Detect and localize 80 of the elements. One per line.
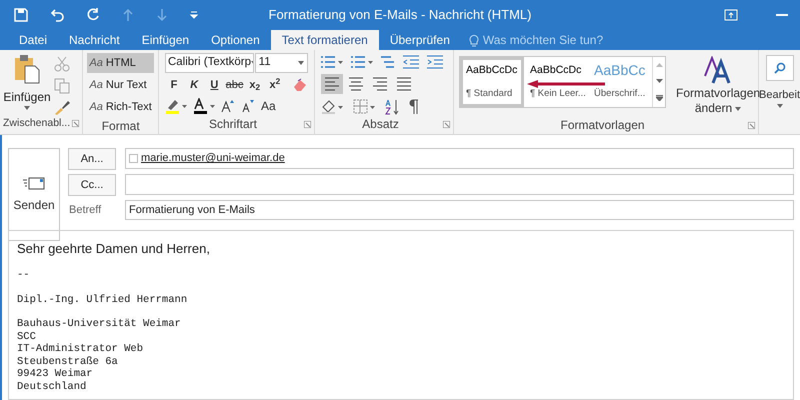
format-button[interactable]: x$^{2}$ [266, 76, 284, 94]
font-family-field[interactable]: Calibri (Textkörp [164, 53, 254, 73]
eraser-icon[interactable] [292, 78, 308, 92]
checkbox[interactable] [129, 154, 138, 163]
decrease-indent-icon[interactable] [402, 55, 419, 69]
outline-list-icon[interactable] [380, 55, 395, 69]
envelope-icon [23, 176, 45, 190]
subject-field[interactable]: Formatierung von E-Mails [125, 200, 794, 220]
pilcrow-icon[interactable] [406, 99, 419, 115]
highlight-icon[interactable] [164, 98, 187, 114]
message-body[interactable]: Sehr geehrte Damen und Herren, -- Dipl.-Ing. Ulfried Herrmann Bauhaus-Universität Weimar SCC IT-Administrator Web Steubenstraße 6a 99423 Weimar Deutschland [8, 230, 794, 400]
sort-icon[interactable] [384, 99, 399, 115]
signature-line: Bauhaus-Universität Weimar [17, 318, 182, 330]
shrink-font-icon[interactable] [240, 99, 255, 113]
shading-icon[interactable] [320, 99, 345, 115]
alignment-button[interactable] [320, 74, 343, 94]
group-label: Zwischenabl... [3, 116, 70, 131]
styles-icon [703, 56, 734, 84]
signature-line: IT-Administrator Web [17, 343, 144, 356]
format-option[interactable]: Aa Rich-Text [87, 97, 154, 117]
scroll-down-icon[interactable] [656, 79, 663, 83]
group-label: Format [102, 119, 140, 133]
font-size-field[interactable]: 11 [254, 53, 308, 73]
send-button[interactable]: Senden [8, 148, 60, 241]
to-button[interactable]: An... [68, 148, 116, 170]
redo-icon[interactable] [86, 8, 100, 22]
group-label: Absatz [362, 116, 399, 133]
change-case-button[interactable]: Aa [260, 97, 276, 115]
window-title: Formatierung von E-Mails - Nachricht (HTML) [268, 7, 532, 22]
signature-line: 99423 Weimar [17, 368, 94, 380]
cc-field[interactable] [125, 174, 794, 195]
launcher-icon[interactable] [748, 122, 756, 128]
ribbon-tab[interactable]: Einfügen [130, 30, 200, 50]
signature-line: Dipl.-Ing. Ulfried Herrmann [17, 294, 188, 306]
dropdown-icon[interactable] [190, 11, 198, 19]
numbered-list-icon[interactable] [350, 55, 373, 69]
signature-line: Deutschland [17, 380, 88, 393]
brush-icon[interactable] [54, 100, 70, 116]
editing-button[interactable]: Bearbeit [759, 55, 800, 108]
format-button[interactable]: U [205, 76, 224, 94]
ribbon-tab[interactable]: Nachricht [58, 30, 131, 50]
group-label: Formatvorlagen [560, 117, 645, 134]
group-label: Schriftart [208, 116, 257, 133]
launcher-icon[interactable] [304, 120, 311, 128]
clipboard-icon [14, 54, 40, 84]
ribbon-tab[interactable]: Datei [8, 30, 58, 50]
font-color-icon[interactable] [192, 98, 215, 114]
bullet-list-icon[interactable] [320, 55, 343, 69]
style-item[interactable]: AaBbCcDc ¶ Standard [460, 57, 524, 107]
ribbon-tab[interactable]: Überprüfen [378, 30, 461, 50]
search-icon [774, 62, 786, 74]
format-option[interactable]: Aa HTML [87, 53, 154, 73]
undo-icon[interactable] [50, 8, 64, 22]
borders-icon[interactable] [352, 99, 377, 115]
paste-button[interactable]: Einfügen [6, 54, 48, 116]
format-button[interactable]: F [164, 76, 184, 94]
format-button[interactable]: x$_{2}$ [246, 76, 264, 94]
subject-label: Betreff [68, 202, 102, 218]
increase-indent-icon[interactable] [426, 55, 443, 69]
recipient[interactable]: marie.muster@uni-weimar.de [141, 150, 285, 167]
more-icon[interactable] [656, 95, 663, 101]
grow-font-icon[interactable] [220, 99, 235, 113]
lightbulb-icon [468, 34, 479, 46]
signature-line: SCC [17, 330, 37, 343]
save-icon[interactable] [14, 8, 28, 22]
format-button[interactable]: abc [225, 76, 244, 94]
signature-line: Steubenstraße 6a [17, 356, 119, 368]
cc-button[interactable]: Cc... [68, 174, 116, 196]
launcher-icon[interactable] [443, 120, 450, 128]
minimize-icon[interactable] [776, 13, 788, 17]
ribbon-display-icon[interactable] [724, 9, 738, 21]
format-button[interactable]: K [185, 76, 204, 94]
change-styles-button[interactable]: Formatvorlagen ändern [676, 56, 760, 116]
to-field[interactable]: marie.muster@uni-weimar.de [125, 148, 794, 169]
signature-line: -- [17, 269, 31, 282]
format-option[interactable]: Aa Nur Text [87, 75, 154, 95]
ribbon-tab[interactable]: Optionen [200, 30, 271, 50]
greeting-text: Sehr geehrte Damen und Herren, [17, 241, 211, 257]
ribbon-tab[interactable]: Text formatieren [270, 30, 379, 50]
launcher-icon[interactable] [72, 120, 80, 128]
